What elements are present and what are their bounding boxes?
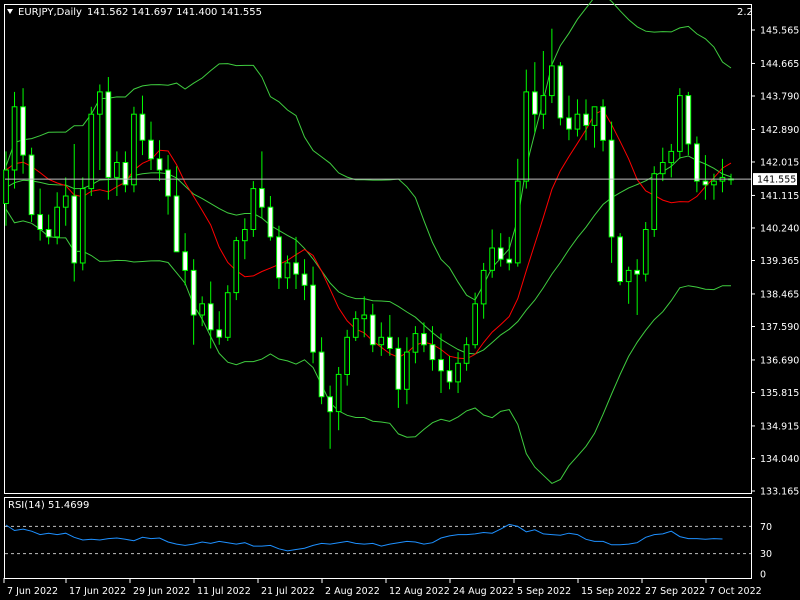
candle [642, 222, 649, 282]
x-tick-label: 12 Aug 2022 [389, 586, 450, 597]
x-tick-label: 17 Jun 2022 [69, 586, 126, 597]
y-tick-label: 141.115 [760, 191, 799, 202]
x-tick-label: 2 Aug 2022 [325, 586, 380, 597]
y-tick-label: 137.590 [760, 322, 799, 333]
y-tick-label: 135.815 [760, 388, 799, 399]
y-tick-label: 133.165 [760, 487, 799, 498]
x-tick-label: 27 Sep 2022 [645, 586, 705, 597]
y-tick-label: 142.015 [760, 157, 799, 168]
y-tick-label: 134.040 [760, 454, 799, 465]
candle [557, 62, 564, 126]
candle [28, 147, 35, 223]
y-tick-label: 140.240 [760, 223, 799, 234]
price-chart[interactable]: 145.565 144.665 143.790 142.890 142.015 141.1… [0, 0, 800, 600]
x-tick-label: 21 Jul 2022 [261, 586, 315, 597]
current-price-label: 141.555 [757, 175, 796, 186]
corner-value: 2.2 [737, 7, 753, 18]
y-tick-label: 145.565 [760, 26, 799, 37]
x-tick-label: 11 Jul 2022 [197, 586, 251, 597]
candle [88, 106, 95, 196]
candle [233, 236, 240, 301]
symbol-label: EURJPY,Daily [18, 7, 82, 18]
candle [224, 285, 231, 341]
y-tick-label: 138.465 [760, 289, 799, 300]
candle [651, 166, 658, 237]
candle [677, 88, 683, 159]
x-tick-label: 7 Jun 2022 [7, 586, 58, 597]
rsi-tick-label: 70 [760, 522, 772, 533]
y-tick-label: 142.890 [760, 125, 799, 136]
x-tick-label: 29 Jun 2022 [133, 586, 190, 597]
rsi-tick-label: 0 [760, 570, 766, 581]
candle [250, 181, 257, 237]
y-tick-label: 144.665 [760, 59, 799, 70]
x-tick-label: 24 Aug 2022 [453, 586, 514, 597]
candle [79, 177, 86, 271]
y-tick-label: 139.365 [760, 256, 799, 267]
y-tick-label: 136.690 [760, 355, 799, 366]
current-price-tag: 141.555 [753, 173, 797, 186]
y-tick-label: 143.790 [760, 91, 799, 102]
x-tick-label: 7 Oct 2022 [709, 586, 762, 597]
rsi-tick-label: 30 [760, 549, 772, 560]
x-tick-label: 5 Sep 2022 [517, 586, 571, 597]
y-tick-label: 134.915 [760, 421, 799, 432]
candle [617, 233, 623, 286]
rsi-label: RSI(14) 51.4699 [8, 500, 89, 511]
x-tick-label: 15 Sep 2022 [581, 586, 641, 597]
ohlc-values: 141.562 141.697 141.400 141.555 [87, 7, 262, 18]
